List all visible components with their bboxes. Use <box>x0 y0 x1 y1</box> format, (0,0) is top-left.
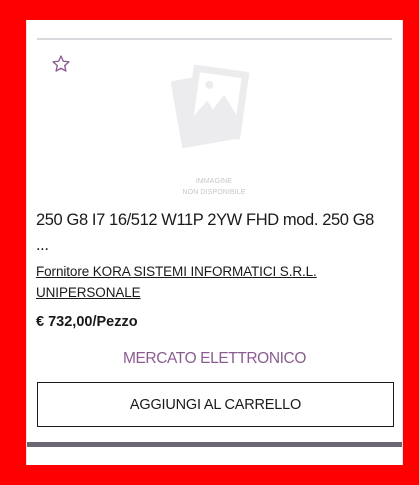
image-placeholder-text: IMMAGINE NON DISPONIBILE <box>167 176 261 198</box>
favorite-star-icon[interactable] <box>51 54 71 74</box>
add-to-cart-button[interactable]: AGGIUNGI AL CARRELLO <box>37 382 394 427</box>
product-card: IMMAGINE NON DISPONIBILE 250 G8 I7 16/51… <box>26 20 403 465</box>
product-price: € 732,00/Pezzo <box>36 314 138 330</box>
market-label: MERCATO ELETTRONICO <box>122 350 306 367</box>
placeholder-line-1: IMMAGINE <box>195 178 233 185</box>
product-title[interactable]: 250 G8 I7 16/512 W11P 2YW FHD mod. 250 G… <box>36 208 390 258</box>
image-placeholder: IMMAGINE NON DISPONIBILE <box>167 62 261 200</box>
image-placeholder-icon <box>170 64 250 149</box>
card-divider <box>37 38 392 40</box>
placeholder-line-2: NON DISPONIBILE <box>182 189 246 196</box>
card-bottom-bar <box>27 442 402 447</box>
supplier-link[interactable]: Fornitore KORA SISTEMI INFORMATICI S.R.L… <box>36 261 382 303</box>
